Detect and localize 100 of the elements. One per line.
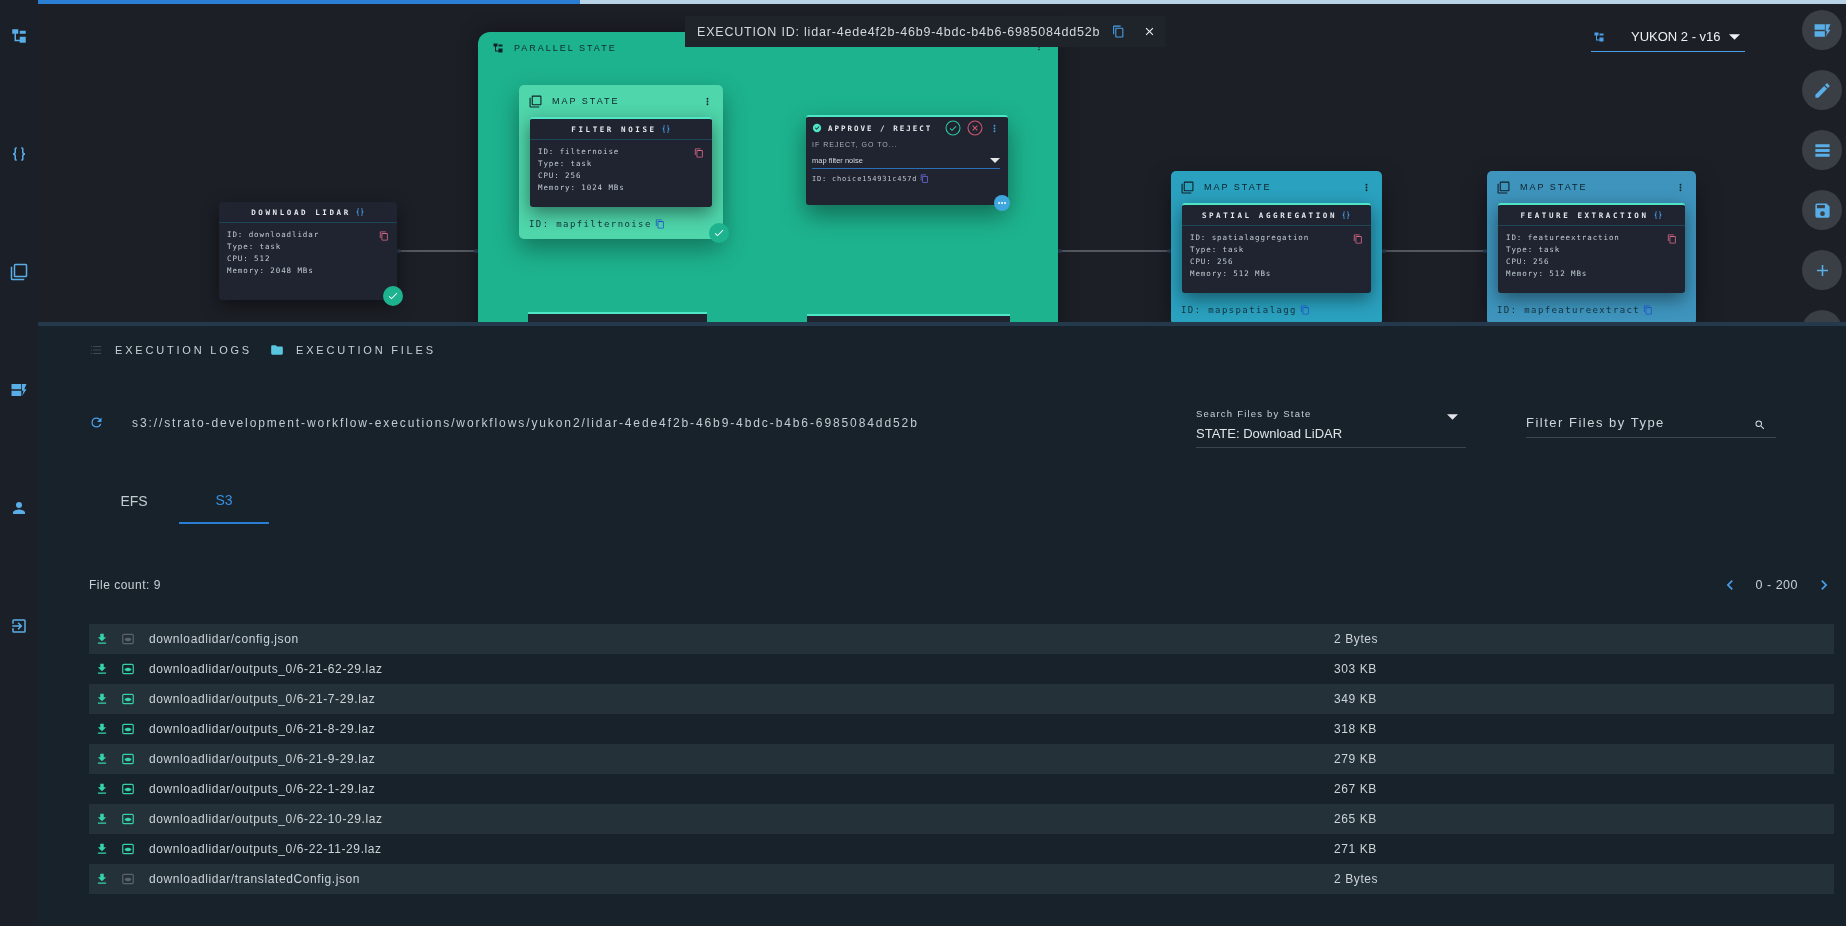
storage-tab[interactable]: S3 [179, 478, 269, 524]
download-icon[interactable] [95, 692, 109, 706]
preview-icon[interactable] [121, 782, 135, 796]
stacked-squares-icon [1181, 180, 1194, 194]
file-name: downloadlidar/config.json [149, 632, 300, 646]
dashboard-button[interactable] [1802, 10, 1842, 50]
logout-icon[interactable] [10, 617, 28, 635]
download-icon[interactable] [95, 812, 109, 826]
panel-tab[interactable]: EXECUTION FILES [270, 343, 436, 357]
caret-icon [1447, 414, 1458, 420]
approve-icon [812, 123, 822, 133]
file-name: downloadlidar/outputs_0/6-22-1-29.laz [149, 782, 377, 796]
file-size: 267 KB [1334, 782, 1377, 796]
file-row[interactable]: downloadlidar/outputs_0/6-21-7-29.laz 349 KB [89, 684, 1834, 714]
file-size: 349 KB [1334, 692, 1377, 706]
storage-tab[interactable]: EFS [89, 478, 179, 524]
state-select[interactable]: Search Files by State STATE: Download LiDAR [1196, 396, 1466, 448]
download-icon[interactable] [95, 662, 109, 676]
file-name: downloadlidar/outputs_0/6-21-8-29.laz [149, 722, 377, 736]
file-name: downloadlidar/outputs_0/6-22-11-29.laz [149, 842, 383, 856]
map-id-label: ID: mapspatialagg [1181, 305, 1297, 315]
file-size: 303 KB [1334, 662, 1377, 676]
file-size: 279 KB [1334, 752, 1377, 766]
list-icon [89, 343, 103, 357]
file-name: downloadlidar/outputs_0/6-21-7-29.laz [149, 692, 377, 706]
parallel-state-title: PARALLEL STATE [514, 43, 617, 53]
copy-icon[interactable] [1667, 234, 1677, 244]
workflow-tree-icon[interactable] [10, 27, 28, 45]
stacked-squares-icon [1497, 180, 1510, 194]
save-button[interactable] [1802, 190, 1842, 230]
more-icon[interactable] [994, 195, 1010, 211]
execution-id-text: EXECUTION ID: lidar-4ede4f2b-46b9-4bdc-b4b6-6985084dd52b [697, 24, 1101, 39]
map-state-title: MAP STATE [552, 96, 621, 106]
save-icon [1812, 200, 1832, 220]
braces-icon[interactable] [10, 145, 28, 163]
file-name: downloadlidar/outputs_0/6-21-62-29.laz [149, 662, 384, 676]
download-icon[interactable] [95, 782, 109, 796]
file-row[interactable]: downloadlidar/outputs_0/6-22-11-29.laz 271 KB [89, 834, 1834, 864]
file-row[interactable]: downloadlidar/outputs_0/6-22-10-29.laz 265 KB [89, 804, 1834, 834]
approve-check-icon[interactable] [945, 120, 961, 136]
panel-tab[interactable]: EXECUTION LOGS [89, 343, 252, 357]
reject-cross-icon[interactable] [967, 120, 983, 136]
download-icon[interactable] [95, 872, 109, 886]
caret-icon [1728, 33, 1740, 40]
edit-button[interactable] [1802, 70, 1842, 110]
tree-icon [492, 42, 504, 54]
copy-icon[interactable] [379, 231, 389, 241]
file-name: downloadlidar/outputs_0/6-21-9-29.laz [149, 752, 377, 766]
copy-icon[interactable] [1353, 234, 1363, 244]
rows-button[interactable] [1802, 130, 1842, 170]
download-icon[interactable] [95, 632, 109, 646]
dashboard-icon[interactable] [10, 381, 28, 399]
copy-icon[interactable] [694, 148, 704, 158]
copy-icon[interactable] [1112, 25, 1126, 38]
refresh-icon[interactable] [89, 415, 104, 430]
s3-path: s3://strato-development-workflow-executions/workflows/yukon2/lidar-4ede4f2b-46b9-4bdc-b4b6-6985084dd52b [132, 415, 919, 430]
copy-icon[interactable] [920, 174, 930, 183]
copy-icon[interactable] [654, 219, 665, 229]
download-icon[interactable] [95, 722, 109, 736]
file-size: 318 KB [1334, 722, 1377, 736]
stacked-squares-icon [529, 94, 542, 108]
download-icon[interactable] [95, 842, 109, 856]
braces-icon[interactable] [660, 124, 671, 134]
preview-icon[interactable] [121, 842, 135, 856]
preview-icon[interactable] [121, 812, 135, 826]
stacked-squares-icon[interactable] [10, 263, 28, 281]
download-icon[interactable] [95, 752, 109, 766]
preview-icon[interactable] [121, 692, 135, 706]
user-icon[interactable] [10, 499, 28, 517]
file-name: downloadlidar/outputs_0/6-22-10-29.laz [149, 812, 384, 826]
braces-icon[interactable] [1341, 210, 1352, 220]
workflow-version-select[interactable]: YUKON 2 - v16 [1591, 22, 1745, 52]
file-size: 2 Bytes [1334, 872, 1379, 886]
file-name: downloadlidar/translatedConfig.json [149, 872, 362, 886]
file-size: 265 KB [1334, 812, 1377, 826]
braces-icon[interactable] [1652, 210, 1663, 220]
file-row[interactable]: downloadlidar/outputs_0/6-22-1-29.laz 267 KB [89, 774, 1834, 804]
file-count: File count: 9 [89, 578, 161, 592]
search-icon [1754, 419, 1766, 431]
preview-icon[interactable] [121, 752, 135, 766]
file-row[interactable]: downloadlidar/translatedConfig.json 2 Bytes [89, 864, 1834, 894]
map-state-title: MAP STATE [1204, 182, 1273, 192]
file-row[interactable]: downloadlidar/outputs_0/6-21-62-29.laz 303 KB [89, 654, 1834, 684]
preview-icon[interactable] [121, 722, 135, 736]
file-size: 2 Bytes [1334, 632, 1379, 646]
map-id-label: ID: mapfilternoise [529, 219, 652, 229]
add-button[interactable] [1802, 250, 1842, 290]
file-size: 271 KB [1334, 842, 1377, 856]
preview-icon[interactable] [121, 662, 135, 676]
map-id-label: ID: mapfeatureextract [1497, 305, 1641, 315]
caret-icon [990, 157, 1000, 163]
page-range: 0 - 200 [1755, 578, 1798, 592]
folder-icon [270, 343, 284, 357]
file-row[interactable]: downloadlidar/outputs_0/6-21-9-29.laz 279 KB [89, 744, 1834, 774]
map-state-title: MAP STATE [1520, 182, 1589, 192]
file-row[interactable]: downloadlidar/config.json 2 Bytes [89, 624, 1834, 654]
braces-icon[interactable] [354, 207, 365, 217]
tree-icon [1593, 30, 1605, 43]
type-filter-field[interactable]: Filter Files by Type [1526, 408, 1776, 438]
file-row[interactable]: downloadlidar/outputs_0/6-21-8-29.laz 318 KB [89, 714, 1834, 744]
